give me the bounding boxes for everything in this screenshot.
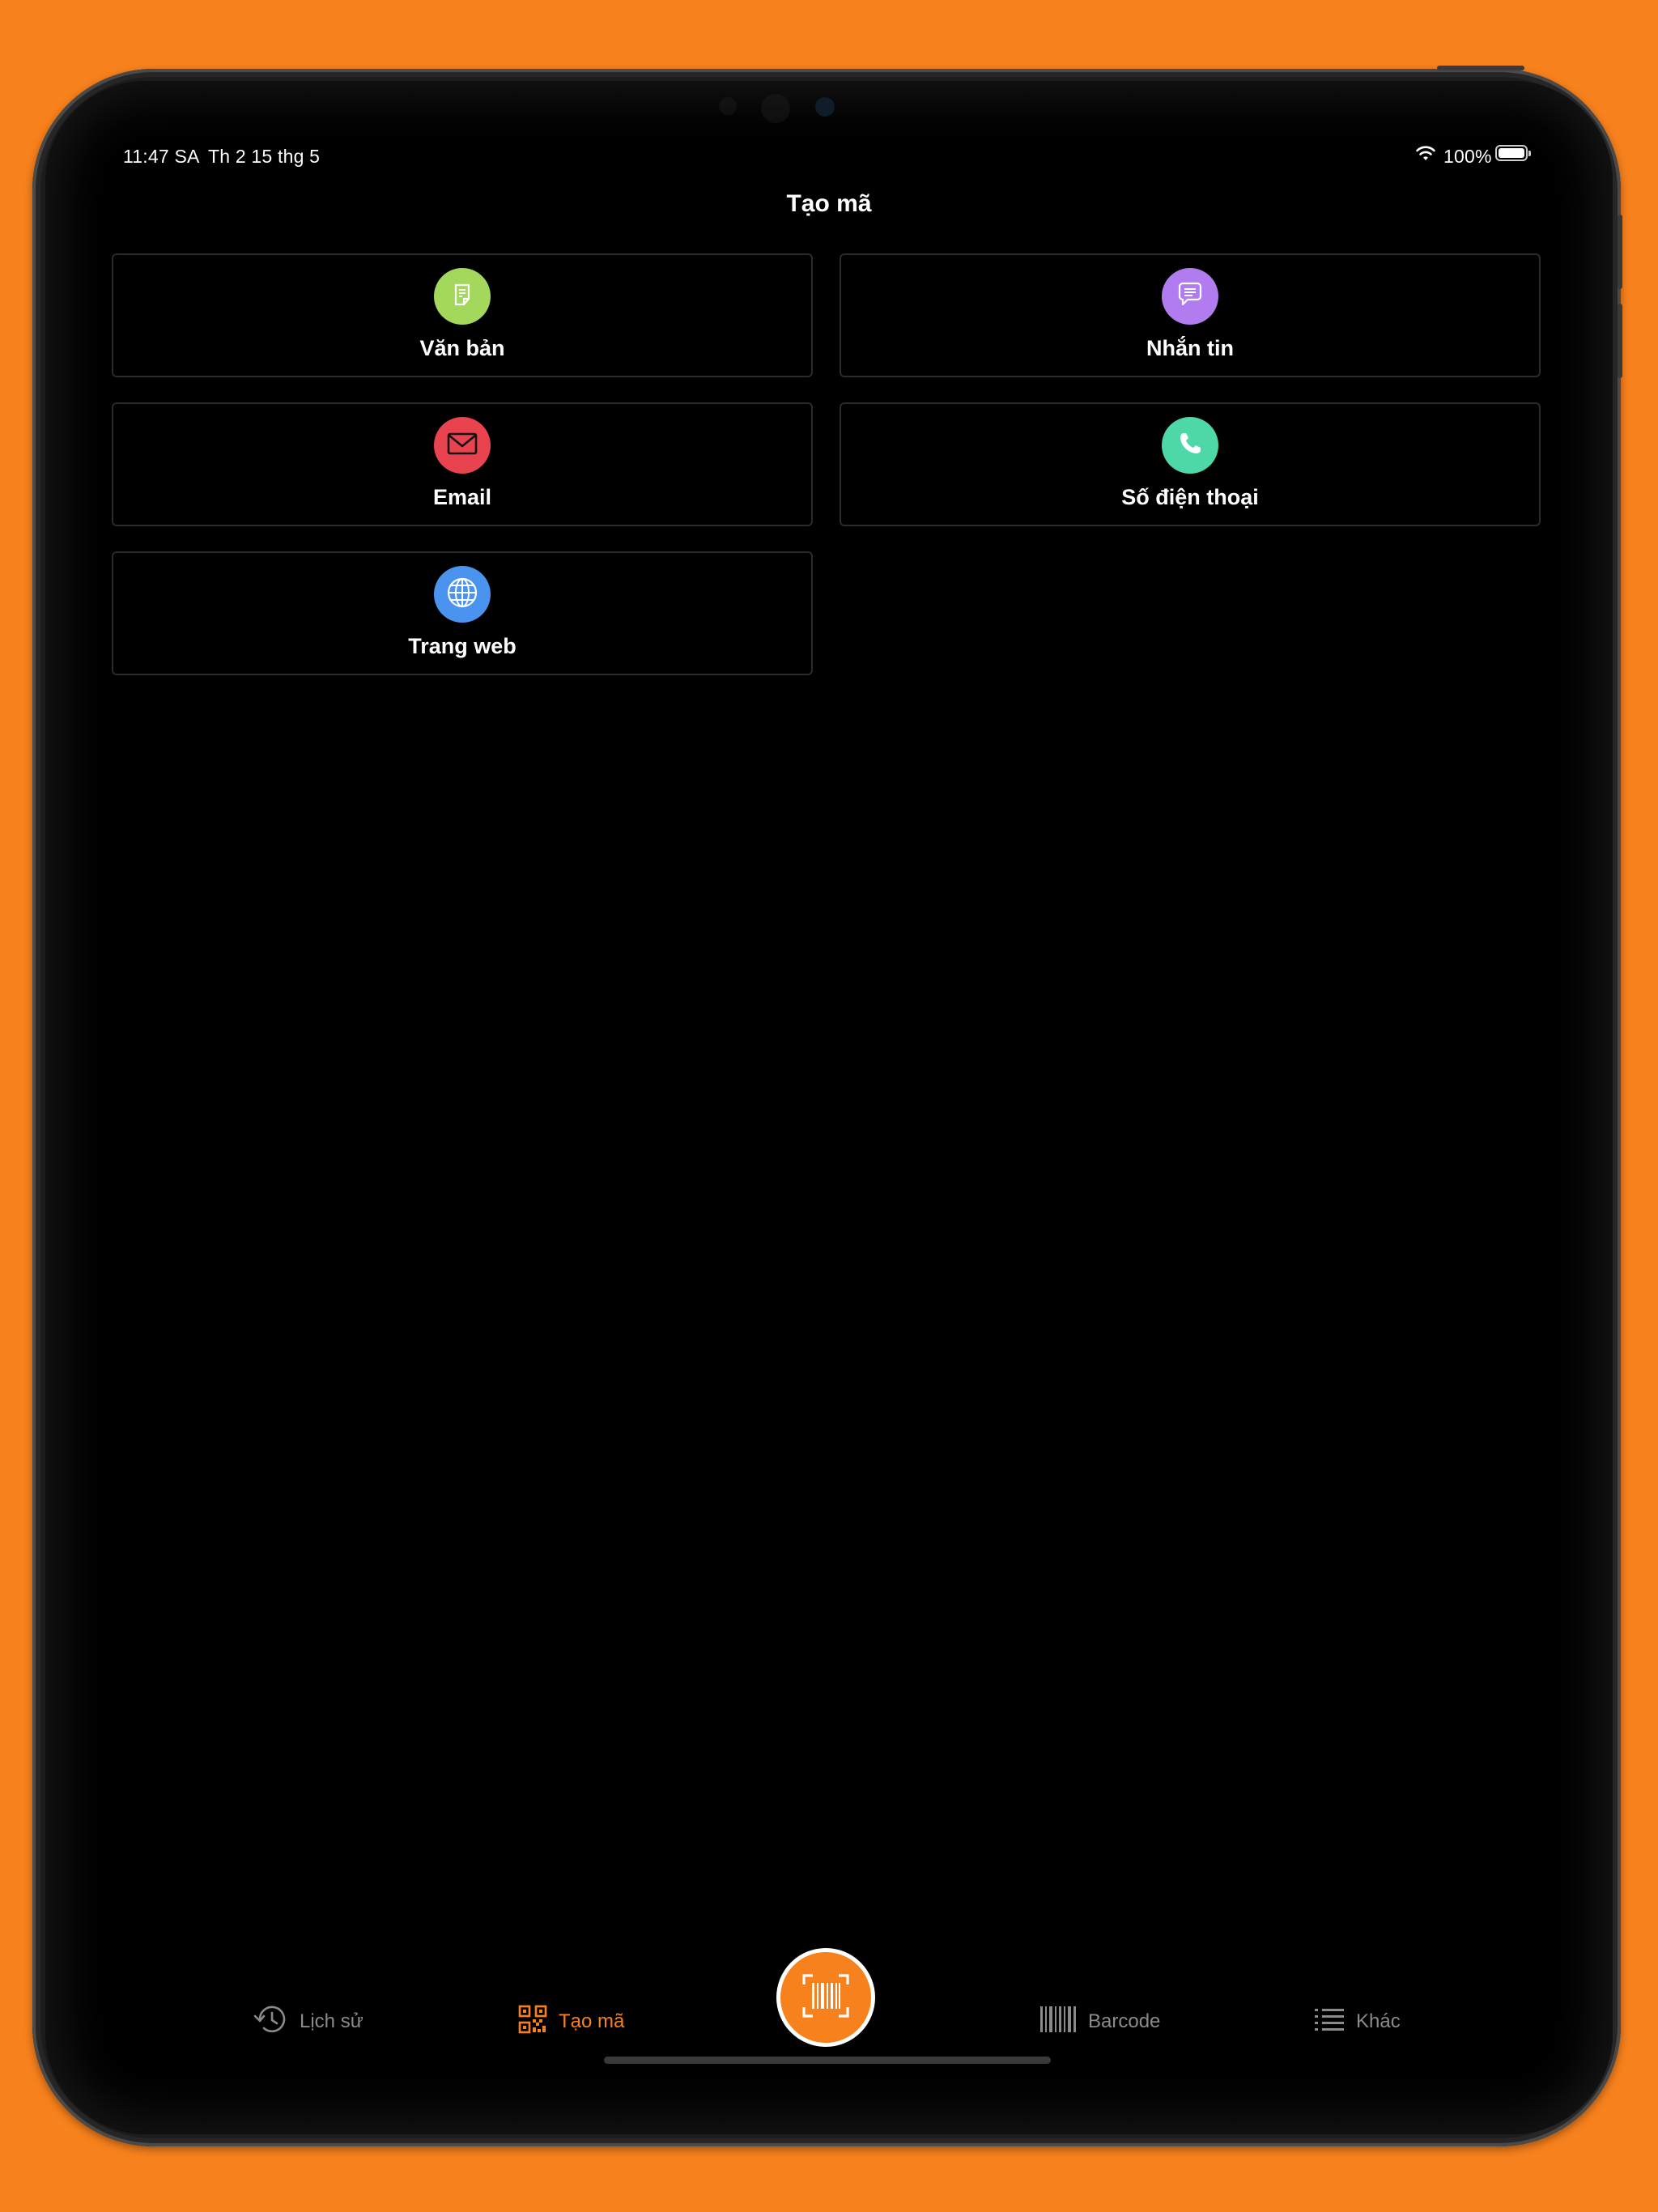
battery-percent: 100%	[1443, 146, 1492, 167]
top-button	[1437, 66, 1524, 70]
option-website[interactable]: Trang web	[112, 551, 813, 675]
camera-lens	[815, 97, 835, 117]
barcode-icon	[1039, 2006, 1088, 2039]
tab-label: Khác	[1356, 2010, 1401, 2032]
page-title: Tạo mã	[786, 190, 872, 217]
option-icon-circle	[1162, 268, 1218, 325]
option-label: Nhắn tin	[1146, 336, 1234, 360]
mail-icon	[447, 432, 478, 460]
option-icon-circle	[1162, 417, 1218, 474]
tab-barcode[interactable]: Barcode	[1039, 2004, 1160, 2040]
barcode-scan-icon	[801, 1973, 850, 2023]
tab-more[interactable]: Khác	[1314, 2004, 1401, 2040]
volume-down-button	[1618, 304, 1622, 378]
status-date: Th 2 15 thg 5	[208, 146, 321, 167]
scan-button[interactable]	[776, 1948, 875, 2047]
screen: 11:47 SA Th 2 15 thg 5 100% Tạo mã Văn b…	[45, 81, 1613, 2134]
option-icon-circle	[434, 566, 491, 623]
option-icon-circle	[434, 268, 491, 325]
option-icon-circle	[434, 417, 491, 474]
tab-label: Tạo mã	[559, 2010, 625, 2032]
battery-icon	[1495, 145, 1531, 161]
option-label: Số điện thoại	[1121, 485, 1259, 509]
tab-create-code[interactable]: Tạo mã	[518, 2004, 624, 2040]
phone-icon	[1177, 431, 1203, 461]
option-text[interactable]: Văn bản	[112, 253, 813, 377]
option-label: Email	[432, 485, 492, 509]
option-message[interactable]: Nhắn tin	[840, 253, 1541, 377]
option-phone[interactable]: Số điện thoại	[840, 402, 1541, 526]
home-indicator[interactable]	[604, 2057, 1051, 2064]
globe-icon	[445, 576, 479, 614]
option-email[interactable]: Email	[112, 402, 813, 526]
tab-label: Barcode	[1088, 2010, 1161, 2032]
sensor-dot	[761, 94, 790, 123]
message-icon	[1175, 280, 1205, 313]
option-label: Trang web	[408, 634, 517, 658]
qr-code-icon	[518, 2005, 559, 2040]
document-icon	[449, 281, 476, 313]
option-label: Văn bản	[419, 336, 505, 360]
tab-history[interactable]: Lịch sử	[253, 2004, 363, 2040]
history-icon	[253, 2002, 300, 2042]
tab-label: Lịch sử	[300, 2010, 363, 2032]
sensor-dot	[719, 97, 737, 115]
status-time: 11:47 SA	[123, 146, 200, 167]
wifi-icon	[1415, 144, 1436, 166]
list-icon	[1314, 2007, 1356, 2037]
volume-up-button	[1618, 215, 1622, 289]
